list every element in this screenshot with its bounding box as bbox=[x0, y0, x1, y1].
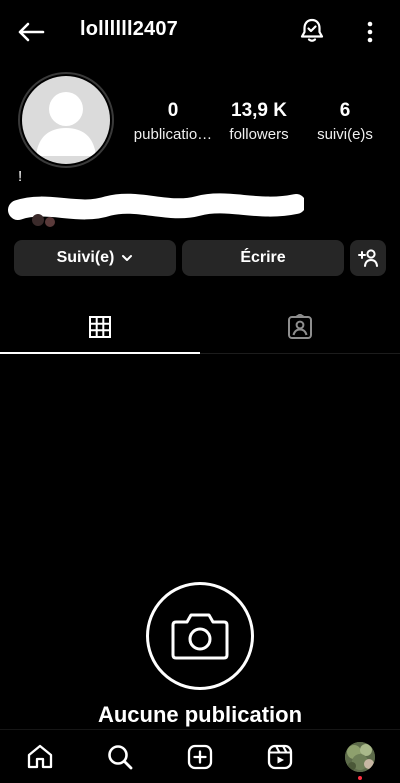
stat-label: suivi(e)s bbox=[317, 126, 373, 143]
stat-label: publicatio… bbox=[133, 126, 213, 143]
search-icon bbox=[108, 745, 133, 770]
camera-icon bbox=[171, 613, 229, 660]
notification-dot bbox=[358, 776, 362, 780]
home-icon bbox=[27, 744, 53, 769]
empty-state-title: Aucune publication bbox=[97, 702, 303, 727]
stat-label: followers bbox=[229, 126, 289, 143]
tab-posts-grid[interactable] bbox=[0, 300, 200, 354]
nav-search[interactable] bbox=[105, 742, 135, 772]
stat-value: 0 bbox=[167, 100, 179, 121]
stat-posts[interactable]: 0 publicatio… bbox=[130, 100, 216, 143]
profile-screen: lollllll2407 0 publicatio… 13,9 K follow… bbox=[0, 0, 400, 783]
nav-home[interactable] bbox=[25, 742, 55, 772]
nav-create[interactable] bbox=[185, 742, 215, 772]
tabs-divider bbox=[200, 353, 400, 354]
profile-avatar[interactable] bbox=[18, 72, 114, 168]
active-tab-indicator bbox=[0, 352, 200, 354]
stat-followers[interactable]: 13,9 K followers bbox=[216, 100, 302, 143]
bell-check-icon bbox=[300, 18, 324, 42]
tab-tagged[interactable] bbox=[200, 300, 400, 354]
nav-reels[interactable] bbox=[265, 742, 295, 772]
tagged-person-icon bbox=[288, 314, 312, 339]
top-bar: lollllll2407 bbox=[0, 0, 400, 62]
default-avatar-icon bbox=[22, 76, 110, 164]
bottom-navigation bbox=[0, 729, 400, 783]
suggested-users-button[interactable] bbox=[350, 240, 386, 276]
profile-photo-icon bbox=[345, 742, 375, 772]
stat-value: 13,9 K bbox=[231, 100, 287, 121]
stat-value: 6 bbox=[339, 100, 351, 121]
add-person-icon bbox=[358, 249, 378, 267]
grid-icon bbox=[89, 316, 111, 338]
bio-text: ! bbox=[18, 168, 23, 185]
create-icon bbox=[187, 744, 213, 770]
content-tabs bbox=[0, 300, 400, 354]
arrow-left-icon bbox=[18, 22, 45, 42]
more-options-button[interactable] bbox=[364, 18, 376, 46]
following-label: Suivi(e) bbox=[56, 249, 115, 266]
following-dropdown-button[interactable]: Suivi(e) bbox=[14, 240, 176, 276]
chevron-down-icon bbox=[122, 255, 133, 261]
stat-following[interactable]: 6 suivi(e)s bbox=[302, 100, 388, 143]
back-button[interactable] bbox=[14, 18, 48, 46]
vertical-dots-icon bbox=[367, 21, 373, 43]
redaction-scribble bbox=[8, 193, 304, 227]
reels-icon bbox=[267, 744, 293, 770]
profile-stats: 0 publicatio… 13,9 K followers 6 suivi(e… bbox=[130, 100, 388, 143]
nav-profile-avatar[interactable] bbox=[345, 742, 375, 772]
profile-username: lollllll2407 bbox=[80, 18, 179, 40]
message-button[interactable]: Écrire bbox=[182, 240, 344, 276]
empty-state-circle bbox=[146, 582, 254, 690]
message-label: Écrire bbox=[240, 249, 286, 266]
notifications-button[interactable] bbox=[298, 17, 326, 45]
